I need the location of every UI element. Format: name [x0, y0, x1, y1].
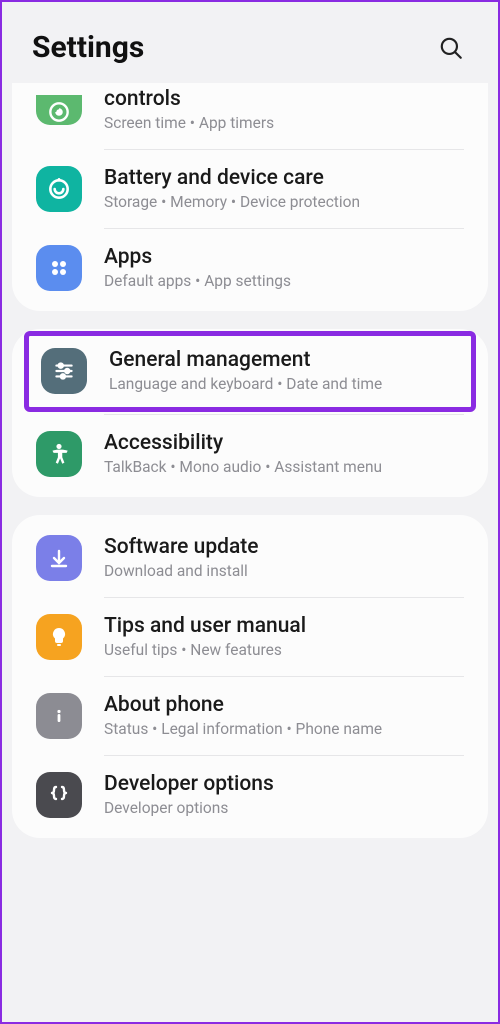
page-title: Settings — [32, 30, 144, 65]
settings-group-device: controls Screen time • App timers Batter… — [12, 83, 488, 311]
header: Settings — [2, 2, 498, 83]
lightbulb-icon — [36, 614, 82, 660]
settings-item-tips[interactable]: Tips and user manual Useful tips • New f… — [12, 598, 488, 676]
wellbeing-icon — [36, 95, 82, 125]
item-subtitle: Default apps • App settings — [104, 271, 464, 291]
highlight-box: General management Language and keyboard… — [24, 331, 476, 411]
settings-item-controls[interactable]: controls Screen time • App timers — [12, 87, 488, 149]
settings-item-battery[interactable]: Battery and device care Storage • Memory… — [12, 150, 488, 228]
search-icon — [438, 35, 464, 61]
item-title: Apps — [104, 245, 464, 269]
apps-icon — [36, 245, 82, 291]
item-subtitle: Screen time • App timers — [104, 113, 464, 133]
settings-item-about-phone[interactable]: About phone Status • Legal information •… — [12, 677, 488, 755]
braces-icon — [36, 772, 82, 818]
settings-group-info: Software update Download and install Tip… — [12, 515, 488, 839]
item-subtitle: Language and keyboard • Date and time — [109, 374, 459, 394]
settings-item-accessibility[interactable]: Accessibility TalkBack • Mono audio • As… — [12, 415, 488, 493]
item-subtitle: Status • Legal information • Phone name — [104, 719, 464, 739]
info-icon — [36, 693, 82, 739]
item-title: Tips and user manual — [104, 614, 464, 638]
settings-item-developer-options[interactable]: Developer options Developer options — [12, 756, 488, 834]
item-title: General management — [109, 348, 459, 372]
settings-item-software-update[interactable]: Software update Download and install — [12, 519, 488, 597]
item-title: About phone — [104, 693, 464, 717]
item-title: Battery and device care — [104, 166, 464, 190]
accessibility-icon — [36, 431, 82, 477]
settings-group-system: General management Language and keyboard… — [12, 329, 488, 496]
settings-item-apps[interactable]: Apps Default apps • App settings — [12, 229, 488, 307]
item-subtitle: TalkBack • Mono audio • Assistant menu — [104, 457, 464, 477]
item-title: Developer options — [104, 772, 464, 796]
sliders-icon — [41, 348, 87, 394]
settings-item-general-management[interactable]: General management Language and keyboard… — [29, 336, 471, 406]
item-subtitle: Download and install — [104, 561, 464, 581]
item-title: controls — [104, 87, 464, 111]
update-icon — [36, 535, 82, 581]
item-subtitle: Developer options — [104, 798, 464, 818]
search-button[interactable] — [434, 31, 468, 65]
item-subtitle: Storage • Memory • Device protection — [104, 192, 464, 212]
item-subtitle: Useful tips • New features — [104, 640, 464, 660]
item-title: Software update — [104, 535, 464, 559]
item-title: Accessibility — [104, 431, 464, 455]
battery-care-icon — [36, 166, 82, 212]
